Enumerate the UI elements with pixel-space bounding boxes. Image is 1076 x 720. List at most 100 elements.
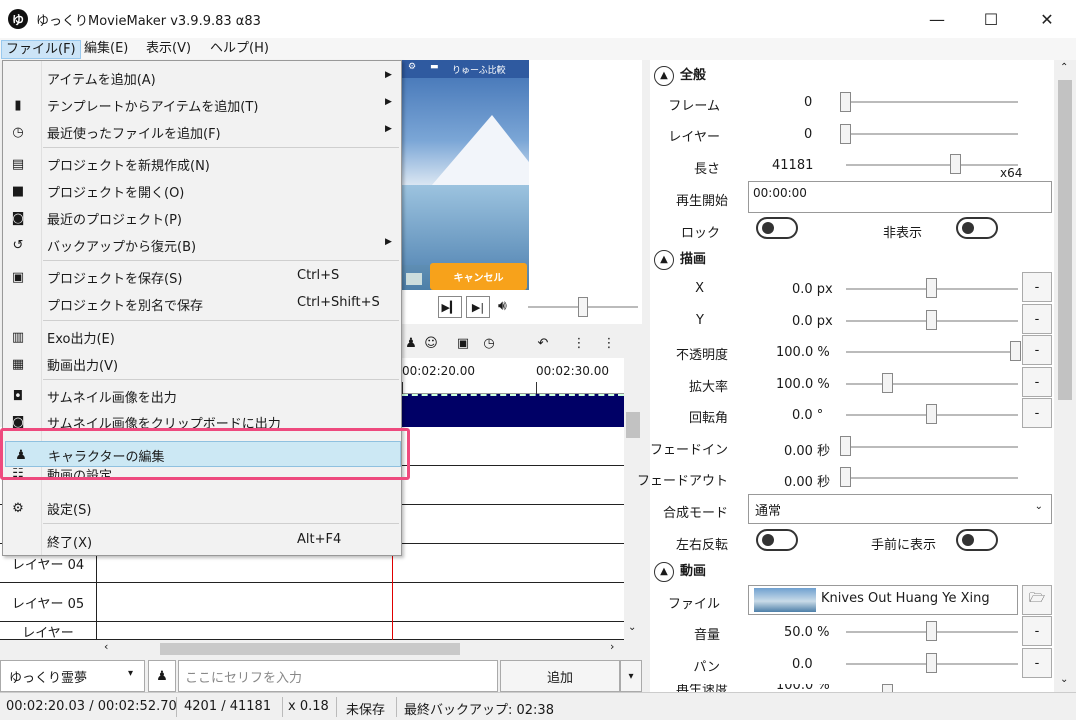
volume-minus-button[interactable]: - xyxy=(1022,616,1052,646)
scroll-right-icon[interactable]: › xyxy=(610,640,614,653)
section-video[interactable]: ▲ 動画 xyxy=(654,560,706,582)
opacity-slider[interactable] xyxy=(846,351,1018,353)
opacity-slider-thumb[interactable] xyxy=(1010,341,1021,361)
preview-video: ⚙ ▬ りゅーふ比較 キャンセル xyxy=(402,60,529,290)
menu-item-add-from-template[interactable]: ▮ テンプレートからアイテムを追加(T) ▶ xyxy=(3,92,401,118)
length-slider-thumb[interactable] xyxy=(950,154,961,174)
menu-help[interactable]: ヘルプ(H) xyxy=(206,40,273,59)
properties-scroll-thumb[interactable] xyxy=(1058,80,1072,400)
menu-item-add-item[interactable]: アイテムを追加(A) ▶ xyxy=(3,65,401,91)
front-toggle[interactable] xyxy=(956,529,998,551)
timeline-toolbar: ♟ ☺ ▣ ◷ ↶ ⋮ ⋮ xyxy=(402,328,642,358)
scroll-left-icon[interactable]: ‹ xyxy=(104,640,108,653)
scroll-up-icon[interactable]: ⌃ xyxy=(1060,62,1068,73)
fadeout-slider-thumb[interactable] xyxy=(840,467,851,487)
x-slider-thumb[interactable] xyxy=(926,278,937,298)
add-button[interactable]: 追加 xyxy=(500,660,620,692)
menu-item-restore-backup[interactable]: ↺ バックアップから復元(B) ▶ xyxy=(3,232,401,258)
collapse-icon[interactable]: ▲ xyxy=(654,561,674,582)
volume-slider-thumb[interactable] xyxy=(926,621,937,641)
character-icon[interactable]: ♟ xyxy=(402,334,420,352)
more-icon[interactable]: ⋮ xyxy=(600,334,618,352)
length-slider[interactable] xyxy=(846,164,1018,166)
clock-icon[interactable]: ◷ xyxy=(480,334,498,352)
play-step-icon[interactable]: ▶▎ xyxy=(438,296,462,318)
emoji-icon[interactable]: ☺ xyxy=(422,334,440,352)
opacity-minus-button[interactable]: - xyxy=(1022,335,1052,365)
section-general[interactable]: ▲ 全般 xyxy=(654,64,706,86)
layer-row[interactable]: レイヤー xyxy=(0,622,624,641)
frame-slider[interactable] xyxy=(846,101,1018,103)
timeline-horizontal-scroll-thumb[interactable] xyxy=(160,643,460,655)
menu-item-video-export[interactable]: ▦ 動画出力(V) xyxy=(3,351,401,377)
minimize-button[interactable]: — xyxy=(914,0,960,38)
scale-minus-button[interactable]: - xyxy=(1022,367,1052,397)
pan-minus-button[interactable]: - xyxy=(1022,648,1052,678)
label-x: X xyxy=(695,281,704,296)
fadein-slider-thumb[interactable] xyxy=(840,436,851,456)
menu-item-recent-projects[interactable]: ◙ 最近のプロジェクト(P) xyxy=(3,205,401,231)
collapse-icon[interactable]: ▲ xyxy=(654,65,674,86)
menu-edit[interactable]: 編集(E) xyxy=(80,40,132,59)
fadeout-slider[interactable] xyxy=(846,477,1018,479)
menu-item-label: 最近使ったファイルを追加(F) xyxy=(47,127,221,142)
close-button[interactable]: ✕ xyxy=(1024,0,1070,38)
timeline-clip[interactable] xyxy=(402,394,624,427)
maximize-button[interactable]: ☐ xyxy=(968,0,1014,38)
collapse-icon[interactable]: ▲ xyxy=(654,249,674,270)
undo-icon[interactable]: ↶ xyxy=(534,334,552,352)
section-title: 描画 xyxy=(680,252,707,267)
volume-slider-thumb[interactable] xyxy=(578,297,588,317)
start-time-input[interactable]: 00:00:00 xyxy=(748,181,1052,213)
scale-slider-thumb[interactable] xyxy=(882,373,893,393)
blend-mode-select[interactable]: 通常 ⌄ xyxy=(748,494,1052,524)
window-title: ゆっくりMovieMaker v3.9.9.83 α83 xyxy=(36,14,261,29)
submenu-arrow-icon: ▶ xyxy=(385,70,392,80)
folder-open-button[interactable]: 🗁︎ xyxy=(1022,585,1052,615)
lock-toggle[interactable] xyxy=(756,217,798,239)
fadein-slider[interactable] xyxy=(846,446,1018,448)
y-slider-thumb[interactable] xyxy=(926,310,937,330)
menu-item-settings[interactable]: ⚙ 設定(S) xyxy=(3,495,401,521)
flip-toggle[interactable] xyxy=(756,529,798,551)
character-select[interactable]: ゆっくり霊夢 xyxy=(0,660,145,692)
speed-slider-thumb[interactable] xyxy=(882,684,893,692)
menu-item-exit[interactable]: 終了(X) Alt+F4 xyxy=(3,528,401,554)
menu-item-save-project[interactable]: ▣ プロジェクトを保存(S) Ctrl+S xyxy=(3,264,401,290)
save-icon[interactable]: ▣ xyxy=(454,334,472,352)
x-minus-button[interactable]: - xyxy=(1022,272,1052,302)
rotate-slider-thumb[interactable] xyxy=(926,404,937,424)
timeline-ruler[interactable]: 00:02:20.00 00:02:30.00 xyxy=(402,358,624,394)
menu-view[interactable]: 表示(V) xyxy=(142,40,195,59)
rotate-minus-button[interactable]: - xyxy=(1022,398,1052,428)
highlight-annotation xyxy=(0,428,410,480)
next-frame-icon[interactable]: ▶| xyxy=(466,296,490,318)
label-start: 再生開始 xyxy=(675,194,728,209)
menu-item-new-project[interactable]: ▤ プロジェクトを新規作成(N) xyxy=(3,151,401,177)
menu-item-thumbnail-export[interactable]: ◘ サムネイル画像を出力 xyxy=(3,383,401,409)
menu-item-shortcut: Ctrl+S xyxy=(297,268,340,283)
preview-gear-icon: ⚙ xyxy=(408,62,417,72)
label-rotate: 回転角 xyxy=(688,411,728,426)
layer-row[interactable]: レイヤー 05 xyxy=(0,583,624,622)
layer-slider-thumb[interactable] xyxy=(840,124,851,144)
split-icon[interactable]: ⋮ xyxy=(570,334,588,352)
menu-item-recent-files[interactable]: ◷ 最近使ったファイルを追加(F) ▶ xyxy=(3,119,401,145)
menu-item-save-as[interactable]: プロジェクトを別名で保存 Ctrl+Shift+S xyxy=(3,291,401,317)
section-draw[interactable]: ▲ 描画 xyxy=(654,248,706,270)
menu-item-label: 終了(X) xyxy=(47,536,93,551)
scale-slider[interactable] xyxy=(846,383,1018,385)
line-input[interactable]: ここにセリフを入力 xyxy=(178,660,498,692)
y-minus-button[interactable]: - xyxy=(1022,304,1052,334)
layer-slider[interactable] xyxy=(846,133,1018,135)
frame-slider-thumb[interactable] xyxy=(840,92,851,112)
character-edit-button[interactable]: ♟ xyxy=(148,660,176,692)
pan-slider-thumb[interactable] xyxy=(926,653,937,673)
value-layer: 0 xyxy=(804,127,813,142)
scroll-down-icon[interactable]: ⌄ xyxy=(1060,674,1068,685)
hide-toggle[interactable] xyxy=(956,217,998,239)
menu-file[interactable]: ファイル(F) xyxy=(1,40,81,59)
volume-icon[interactable]: 🔊︎ xyxy=(498,298,507,314)
menu-item-exo-export[interactable]: ▥ Exo出力(E) xyxy=(3,324,401,350)
menu-item-open-project[interactable]: ■ プロジェクトを開く(O) xyxy=(3,178,401,204)
